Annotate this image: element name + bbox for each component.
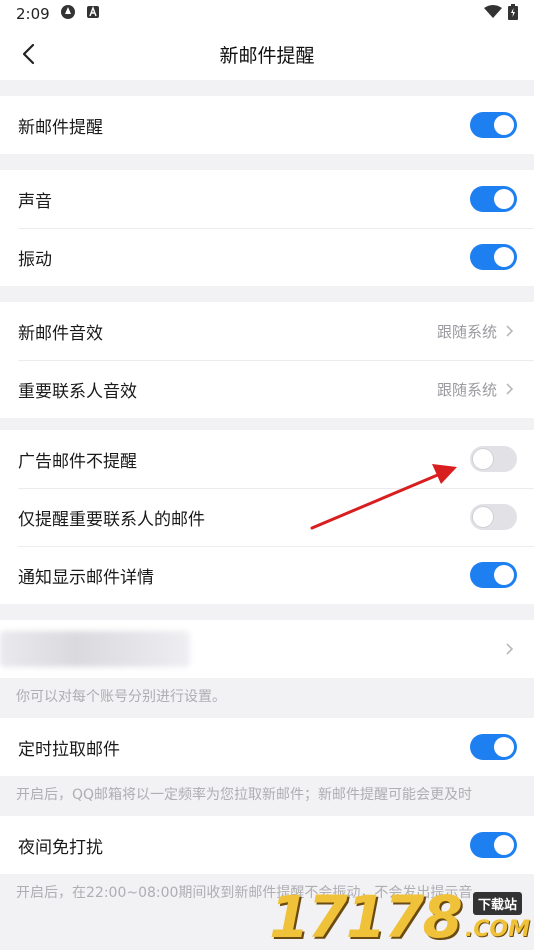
chevron-left-icon [22, 43, 35, 65]
watermark-badge: 下载站 [472, 892, 522, 915]
row-new-mail-alert: 新邮件提醒 [0, 96, 534, 154]
row-label: 新邮件提醒 [18, 117, 103, 138]
status-left: 2:09 [16, 4, 100, 24]
group-new-mail: 新邮件提醒 [0, 96, 534, 154]
row-show-detail: 通知显示邮件详情 [0, 546, 534, 604]
scheduled-fetch-hint: 开启后，QQ邮箱将以一定频率为您拉取新邮件；新邮件提醒可能会更及时 [0, 776, 534, 816]
back-button[interactable] [12, 38, 44, 70]
group-sound-effects: 新邮件音效 跟随系统 重要联系人音效 跟随系统 [0, 302, 534, 418]
font-notification-icon [86, 5, 100, 23]
row-value: 跟随系统 [436, 380, 497, 399]
app-notification-icon [60, 4, 76, 24]
row-ad-mail: 广告邮件不提醒 [0, 430, 534, 488]
toggle-knob [473, 507, 493, 527]
toggle-vip-only[interactable] [470, 504, 517, 530]
toggle-scheduled-fetch[interactable] [470, 734, 517, 760]
row-account[interactable] [0, 620, 534, 678]
chevron-right-icon [505, 642, 517, 656]
row-label: 仅提醒重要联系人的邮件 [18, 509, 205, 530]
toggle-sound[interactable] [470, 186, 517, 212]
group-scheduled-fetch: 定时拉取邮件 [0, 718, 534, 776]
blurred-account-name [0, 631, 190, 667]
watermark-domain: .COM [464, 917, 530, 942]
battery-icon [508, 4, 518, 24]
watermark-logo: 17178 下载站 .COM [269, 888, 530, 946]
row-new-mail-sound[interactable]: 新邮件音效 跟随系统 [0, 302, 534, 360]
account-hint: 你可以对每个账号分别进行设置。 [0, 678, 534, 718]
chevron-right-icon [505, 382, 517, 396]
toggle-night[interactable] [470, 832, 517, 858]
page-title: 新邮件提醒 [219, 44, 315, 67]
toggle-vibrate[interactable] [470, 244, 517, 270]
status-bar: 2:09 [0, 0, 534, 28]
section-gap [0, 418, 534, 430]
section-gap [0, 604, 534, 620]
toggle-knob [494, 565, 514, 585]
group-account [0, 620, 534, 678]
toggle-knob [494, 835, 514, 855]
row-sound: 声音 [0, 170, 534, 228]
toggle-knob [494, 247, 514, 267]
status-time: 2:09 [16, 5, 50, 23]
row-label: 定时拉取邮件 [18, 739, 120, 760]
section-gap [0, 286, 534, 302]
row-label: 夜间免打扰 [18, 837, 103, 858]
wifi-icon [484, 5, 502, 23]
row-vip-sound[interactable]: 重要联系人音效 跟随系统 [0, 360, 534, 418]
toggle-knob [494, 189, 514, 209]
chevron-right-icon [505, 324, 517, 338]
toggle-knob [494, 737, 514, 757]
row-value: 跟随系统 [436, 322, 497, 341]
status-right [484, 4, 518, 24]
row-label: 重要联系人音效 [18, 381, 137, 402]
group-sound-vibrate: 声音 振动 [0, 170, 534, 286]
toggle-knob [473, 449, 493, 469]
nav-bar: 新邮件提醒 [0, 28, 534, 80]
row-night: 夜间免打扰 [0, 816, 534, 874]
toggle-show-detail[interactable] [470, 562, 517, 588]
row-label: 广告邮件不提醒 [18, 451, 137, 472]
row-label: 振动 [18, 249, 52, 270]
toggle-new-mail[interactable] [470, 112, 517, 138]
row-scheduled-fetch: 定时拉取邮件 [0, 718, 534, 776]
row-vip-only: 仅提醒重要联系人的邮件 [0, 488, 534, 546]
watermark-digits: 17178 [269, 883, 463, 950]
section-gap [0, 80, 534, 96]
toggle-ad-mail[interactable] [470, 446, 517, 472]
group-night: 夜间免打扰 [0, 816, 534, 874]
section-gap [0, 154, 534, 170]
group-filters: 广告邮件不提醒 仅提醒重要联系人的邮件 通知显示邮件详情 [0, 430, 534, 604]
row-label: 声音 [18, 191, 52, 212]
toggle-knob [494, 115, 514, 135]
row-label: 新邮件音效 [18, 323, 103, 344]
row-label: 通知显示邮件详情 [18, 567, 154, 588]
row-vibrate: 振动 [0, 228, 534, 286]
